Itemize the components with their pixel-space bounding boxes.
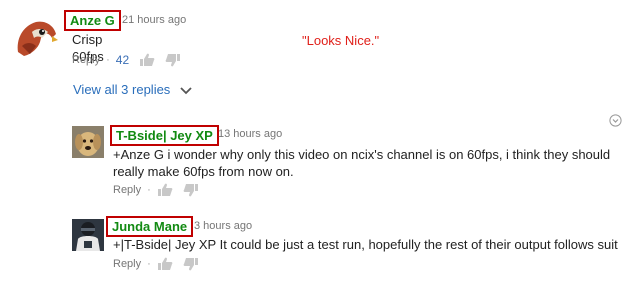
timestamp[interactable]: 3 hours ago [194,220,252,232]
comment-actions: Reply · 42 [72,53,191,67]
comment-text: +|T-Bside| Jey XP It could be just a tes… [113,237,618,252]
reply-button[interactable]: Reply [72,54,100,66]
thumbs-up-icon[interactable] [157,257,173,271]
separator-dot: · [147,258,151,270]
view-replies-link[interactable]: View all 3 replies [73,82,192,97]
reply-button[interactable]: Reply [113,184,141,196]
timestamp[interactable]: 13 hours ago [218,128,282,140]
thumbs-up-icon[interactable] [157,183,173,197]
annotation-text: "Looks Nice." [302,33,380,48]
avatar-falcon[interactable] [12,12,60,60]
avatar-player[interactable] [72,219,104,251]
circle-chevron-icon[interactable] [609,114,622,127]
chevron-down-icon [180,86,192,94]
separator-dot: · [147,184,151,196]
like-count: 42 [115,53,130,67]
comment-actions: Reply · [113,183,209,197]
thumbs-down-icon[interactable] [183,257,199,271]
author-name[interactable]: Anze G [64,10,121,31]
thumbs-down-icon[interactable] [183,183,199,197]
thumbs-up-icon[interactable] [139,53,155,67]
comment-text: +Anze G i wonder why only this video on … [113,147,611,179]
separator-dot: · [106,54,110,66]
thumbs-down-icon[interactable] [165,53,181,67]
reply-button[interactable]: Reply [113,258,141,270]
author-name[interactable]: T-Bside| Jey XP [110,125,219,146]
timestamp[interactable]: 21 hours ago [122,14,186,26]
avatar-dog[interactable] [72,126,104,158]
comment-actions: Reply · [113,257,209,271]
author-name[interactable]: Junda Mane [106,216,194,237]
